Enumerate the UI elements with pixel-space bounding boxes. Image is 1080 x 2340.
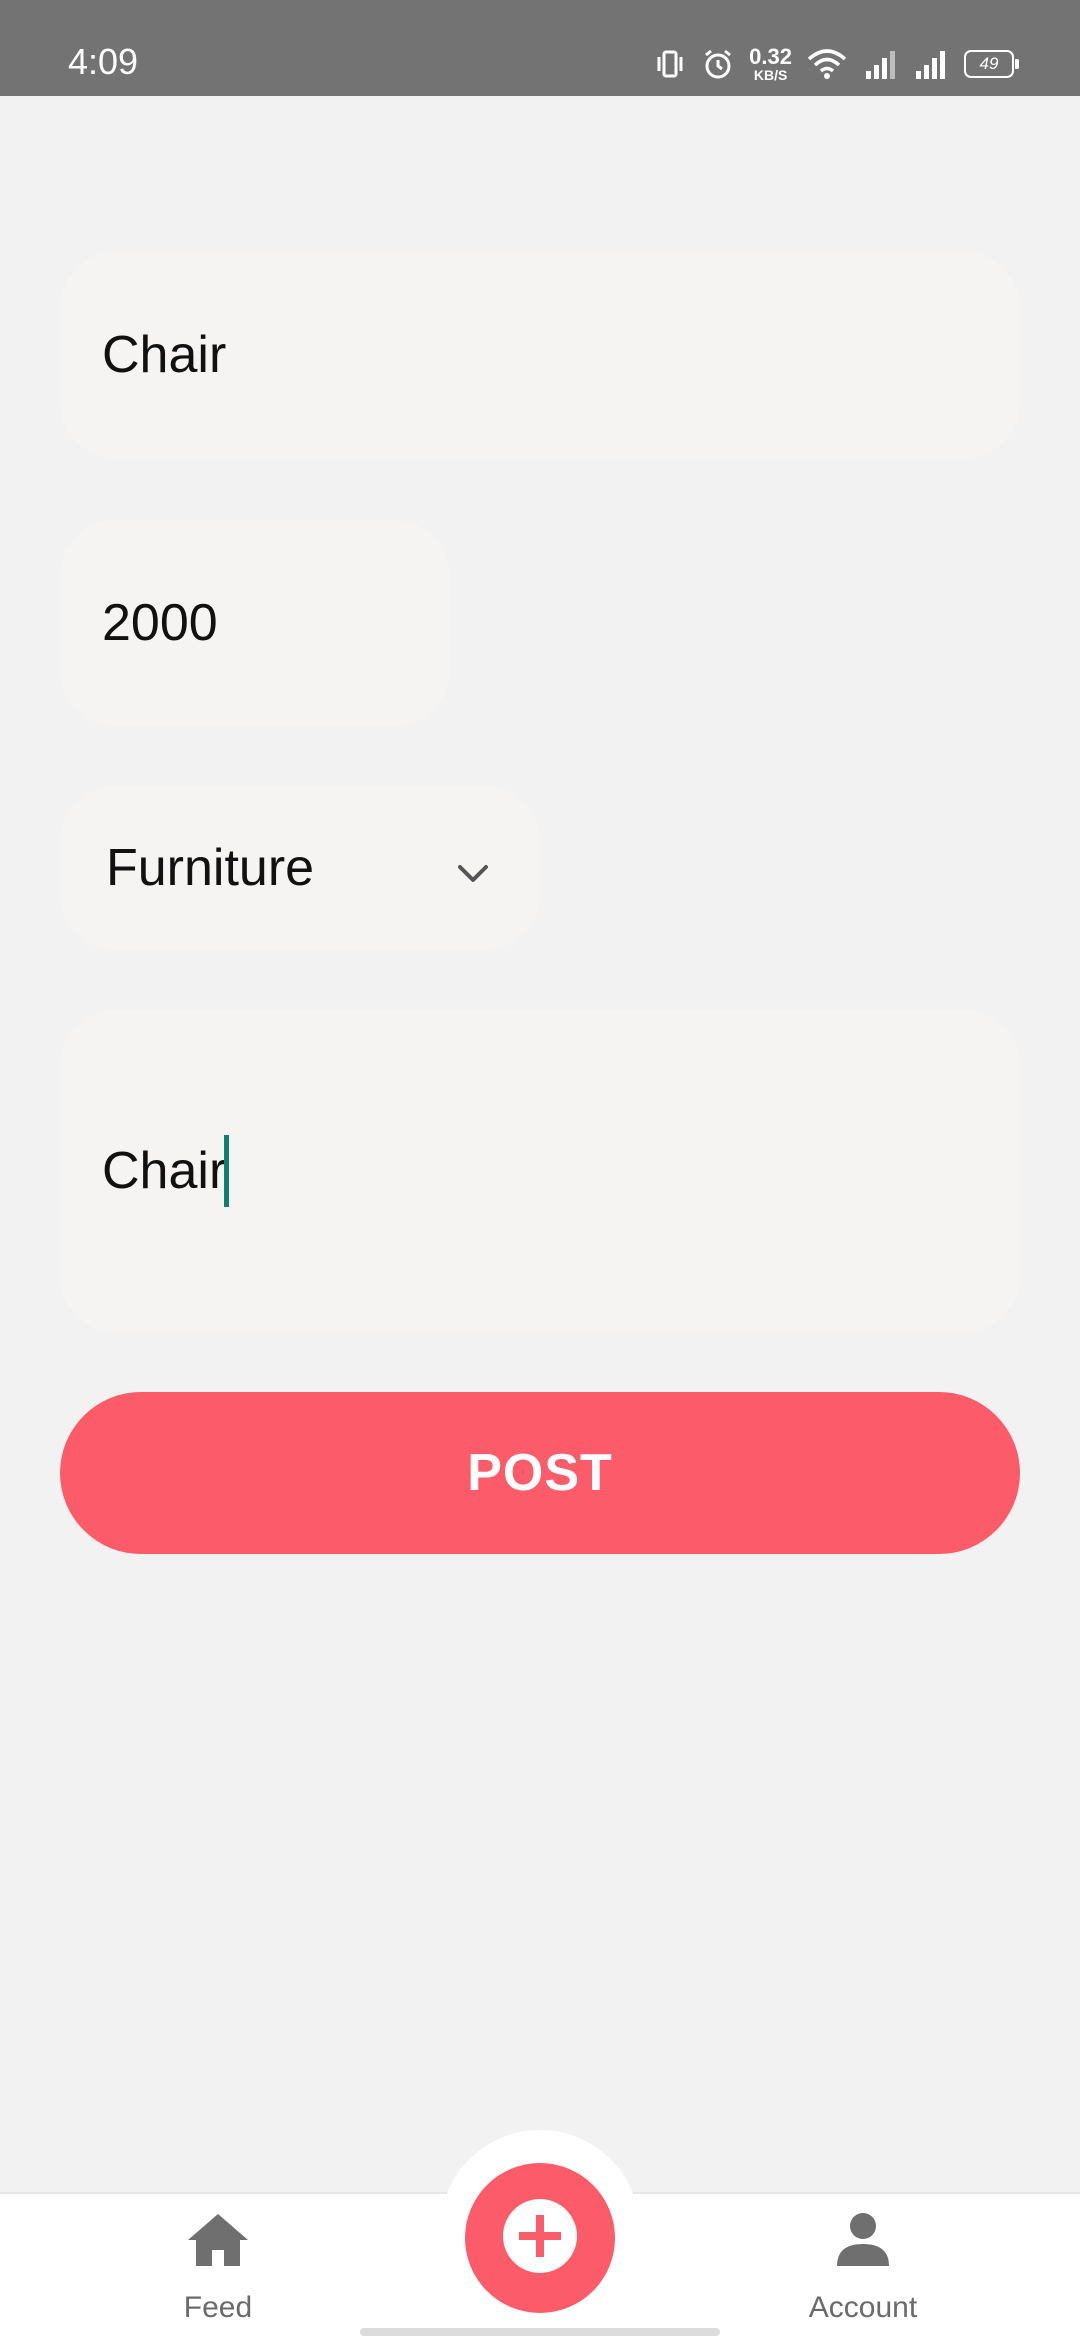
plus-icon: [501, 2197, 579, 2280]
title-input[interactable]: Chair: [60, 252, 1020, 458]
chevron-down-icon: [456, 838, 490, 898]
signal-icon: [864, 47, 900, 81]
price-input-value: 2000: [102, 594, 218, 652]
title-input-value: Chair: [102, 326, 227, 384]
wifi-icon: [806, 47, 848, 81]
home-icon: [186, 2210, 250, 2273]
price-input[interactable]: 2000: [60, 520, 450, 726]
net-speed-value: 0.32: [749, 44, 792, 69]
add-post-button[interactable]: [465, 2163, 615, 2313]
text-cursor: [224, 1135, 230, 1207]
nav-feed-label: Feed: [183, 2291, 253, 2324]
net-speed-unit: KB/S: [753, 67, 788, 83]
battery-level: 49: [979, 54, 999, 73]
nav-item-account[interactable]: Account: [788, 2210, 938, 2325]
alarm-icon: [701, 47, 735, 81]
category-dropdown[interactable]: Furniture: [60, 786, 540, 950]
description-input[interactable]: Chair: [60, 1010, 1020, 1332]
signal-icon: [914, 47, 950, 81]
post-button[interactable]: POST: [60, 1392, 1020, 1554]
category-selected-value: Furniture: [106, 839, 315, 897]
net-speed: 0.32 KB/S: [749, 44, 792, 83]
status-bar: 4:09 0.32 KB/S 49: [0, 0, 1080, 96]
nav-item-feed[interactable]: Feed: [168, 2210, 268, 2325]
post-button-label: POST: [467, 1444, 613, 1502]
vibrate-icon: [653, 47, 687, 81]
description-input-value: Chair: [102, 1142, 227, 1200]
home-indicator[interactable]: [360, 2328, 720, 2336]
status-time: 4:09: [68, 41, 139, 82]
nav-account-label: Account: [808, 2291, 918, 2324]
battery-icon: 49: [964, 50, 1019, 78]
account-icon: [835, 2210, 891, 2273]
status-icons: 0.32 KB/S 49: [653, 44, 1019, 84]
